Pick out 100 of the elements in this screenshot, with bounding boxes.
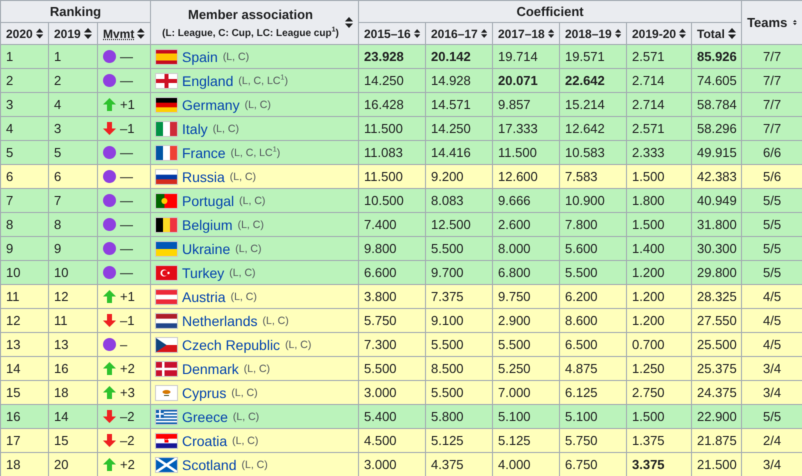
- movement-value: –2: [120, 433, 134, 448]
- circle-icon: [103, 170, 116, 183]
- country-link[interactable]: Croatia: [182, 432, 228, 448]
- country-link[interactable]: Spain: [182, 48, 218, 64]
- flag-icon: [156, 266, 177, 280]
- country-link[interactable]: Czech Republic: [182, 336, 280, 352]
- flag-icon: [156, 314, 177, 328]
- movement-value: +1: [120, 97, 135, 112]
- sort-icon[interactable]: [345, 17, 353, 28]
- movement-value: —: [120, 265, 133, 280]
- table-cell: 18: [0, 452, 48, 476]
- sort-icon[interactable]: [480, 28, 487, 39]
- sort-icon[interactable]: [414, 28, 420, 39]
- down-arrow-icon: [103, 434, 116, 447]
- group-header: Member association: [188, 6, 313, 22]
- column-header: 2015–16: [364, 26, 411, 40]
- competition-note: (L, C): [239, 194, 266, 206]
- circle-icon: [103, 338, 116, 351]
- competition-note: (L, C): [230, 170, 256, 182]
- circle-icon: [103, 266, 116, 279]
- movement-value: +1: [120, 289, 135, 304]
- flag-icon: [156, 218, 177, 232]
- competition-note: (L, C): [232, 410, 260, 422]
- country-link[interactable]: Ukraine: [182, 240, 230, 256]
- movement-value: –2: [120, 409, 134, 424]
- down-arrow-icon: [103, 122, 116, 135]
- flag-icon: [156, 458, 177, 472]
- country-link[interactable]: Austria: [182, 288, 226, 304]
- flag-icon: [156, 74, 177, 88]
- country-link[interactable]: Portugal: [182, 192, 234, 208]
- sort-icon[interactable]: [548, 28, 554, 39]
- column-header: Mvmt: [103, 26, 134, 40]
- competition-note: (L, C, LC$^{1}$): [238, 74, 288, 86]
- circle-icon: [103, 194, 116, 207]
- movement-value: —: [120, 49, 133, 64]
- movement-value: —: [120, 145, 133, 160]
- country-link[interactable]: Cyprus: [182, 384, 226, 400]
- flag-icon: [156, 170, 177, 184]
- country-link[interactable]: Greece: [182, 408, 228, 424]
- sort-icon[interactable]: [679, 28, 686, 39]
- country-link[interactable]: Denmark: [182, 360, 239, 376]
- movement-value: +2: [120, 457, 135, 472]
- country-link[interactable]: England: [182, 72, 234, 88]
- down-arrow-icon: [103, 410, 116, 423]
- group-header: Coefficient: [358, 0, 742, 22]
- circle-icon: [103, 242, 116, 255]
- flag-icon: [156, 98, 177, 112]
- column-header: 2020: [6, 26, 33, 40]
- country-link[interactable]: Belgium: [182, 216, 233, 232]
- header-note: (L: League, C: Cup, LC: League cup$^{1}$): [162, 28, 339, 38]
- column-header: 2018–19: [565, 26, 612, 40]
- country-link[interactable]: France: [182, 144, 226, 160]
- column-header: 2019: [54, 26, 81, 40]
- flag-icon: [156, 146, 177, 160]
- country-link[interactable]: Italy: [182, 120, 208, 136]
- sort-icon[interactable]: [137, 28, 145, 39]
- competition-note: (L, C): [238, 218, 264, 230]
- competition-note: (L, C): [285, 338, 312, 350]
- country-link[interactable]: Scotland: [182, 456, 236, 472]
- sort-icon[interactable]: [728, 28, 736, 39]
- column-header: Teams: [747, 15, 788, 30]
- movement-value: –: [120, 337, 128, 352]
- flag-icon: [156, 242, 177, 256]
- flag-icon: [156, 434, 177, 448]
- circle-icon: [103, 50, 116, 63]
- column-header: 2017–18: [498, 26, 545, 40]
- sort-icon[interactable]: [36, 28, 43, 39]
- flag-icon: [156, 362, 177, 376]
- sort-icon[interactable]: [84, 28, 92, 39]
- up-arrow-icon: [103, 386, 116, 399]
- competition-note: (L, C): [229, 266, 256, 278]
- sort-icon[interactable]: [614, 28, 621, 39]
- country-link[interactable]: Netherlands: [182, 312, 258, 328]
- country-link[interactable]: Germany: [182, 96, 240, 112]
- movement-value: —: [120, 193, 133, 208]
- competition-note: (L, C): [235, 242, 262, 254]
- flag-icon: [156, 50, 177, 64]
- movement-value: —: [120, 217, 133, 232]
- down-arrow-icon: [103, 314, 116, 327]
- flag-icon: [156, 338, 177, 352]
- movement-value: —: [120, 169, 133, 184]
- movement-value: +2: [120, 361, 135, 376]
- movement-value: –1: [120, 121, 134, 136]
- up-arrow-icon: [103, 458, 116, 471]
- sort-icon[interactable]: [793, 17, 798, 28]
- flag-icon: [156, 410, 177, 424]
- competition-note: (L, C): [244, 362, 270, 374]
- competition-note: (L, C): [232, 434, 258, 446]
- competition-note: (L, C): [241, 458, 268, 470]
- competition-note: (L, C): [231, 386, 258, 398]
- country-link[interactable]: Turkey: [182, 264, 224, 280]
- movement-value: —: [120, 241, 133, 256]
- column-header: 2016–17: [431, 26, 478, 40]
- column-header: 2019-20: [632, 26, 676, 40]
- movement-value: –1: [120, 313, 134, 328]
- flag-icon: [156, 194, 177, 208]
- movement-value: —: [120, 73, 133, 88]
- up-arrow-icon: [103, 362, 116, 375]
- competition-note: (L, C): [230, 290, 257, 302]
- country-link[interactable]: Russia: [182, 168, 225, 184]
